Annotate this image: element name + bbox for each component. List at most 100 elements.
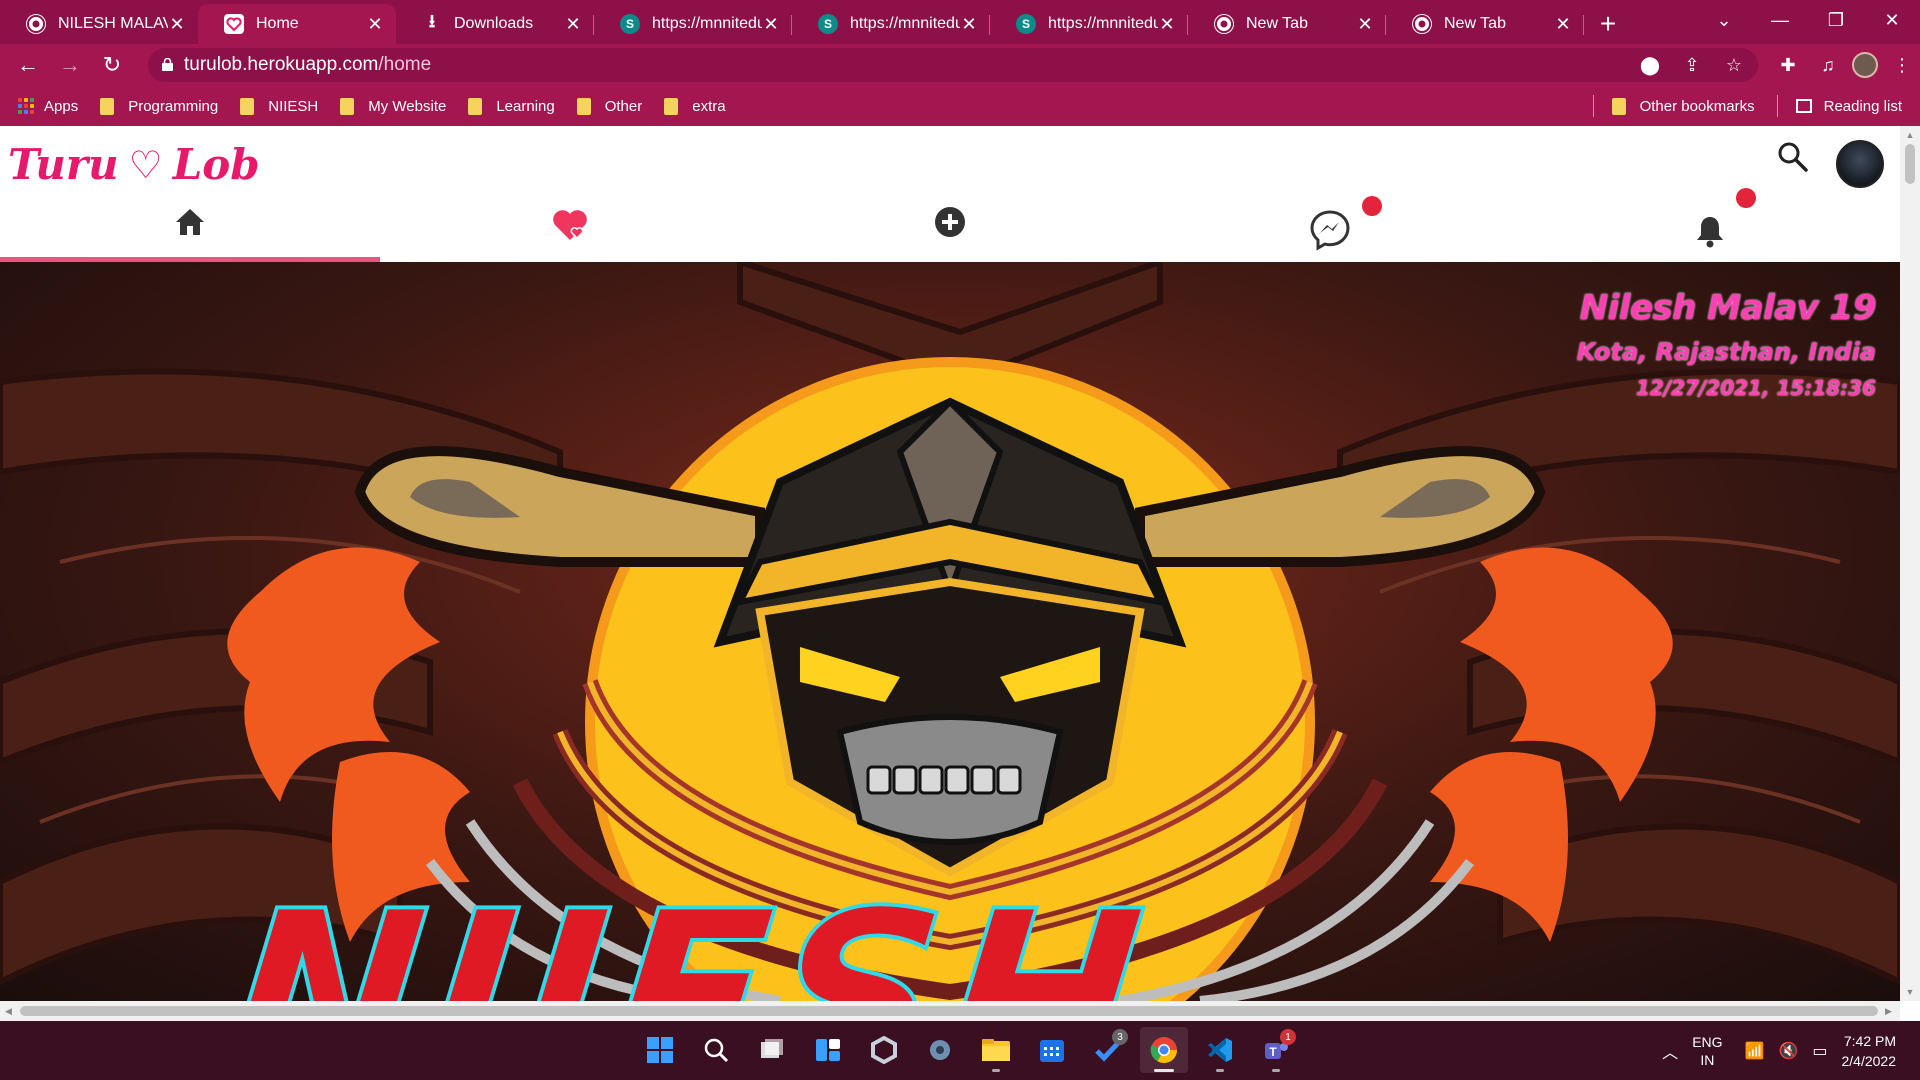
tab-sharepoint-2[interactable]: S https://mnnitedu ✕ — [792, 4, 990, 44]
taskbar-search[interactable] — [692, 1027, 740, 1073]
tab-title: https://mnnitedu — [1048, 15, 1158, 32]
close-icon[interactable]: ✕ — [1554, 14, 1572, 34]
url-host: turulob.herokuapp.com — [184, 54, 379, 75]
reload-button[interactable]: ↻ — [92, 45, 132, 85]
language-region: IN — [1700, 1051, 1715, 1068]
tab-home[interactable]: Home ✕ — [198, 4, 396, 44]
file-explorer-app[interactable] — [972, 1027, 1020, 1073]
profile-name: Nilesh Malav 19 — [1579, 288, 1877, 328]
folder-icon — [240, 97, 255, 115]
tab-downloads[interactable]: ⭳ Downloads ✕ — [396, 4, 594, 44]
tab-search-icon[interactable]: ⌄ — [1696, 0, 1752, 40]
reading-list-label: Reading list — [1823, 97, 1902, 115]
site-logo[interactable]: Turu ♡ Lob — [8, 140, 260, 189]
horizontal-scrollbar[interactable]: ◀ ▶ — [0, 1001, 1900, 1021]
start-button[interactable] — [636, 1027, 684, 1073]
folder-icon — [576, 97, 591, 115]
teams-app[interactable]: T 1 — [1252, 1027, 1300, 1073]
bookmark-label: Learning — [496, 97, 555, 115]
close-window-button[interactable]: ✕ — [1864, 0, 1920, 40]
tab-sharepoint-1[interactable]: S https://mnnitedu ✕ — [594, 4, 792, 44]
download-icon: ⭳ — [428, 11, 436, 31]
battery-icon[interactable]: ▭ — [1812, 1041, 1827, 1061]
location-icon[interactable]: ⬤ — [1638, 52, 1662, 78]
tab-new-tab-1[interactable]: New Tab ✕ — [1188, 4, 1386, 44]
tab-new-tab-2[interactable]: New Tab ✕ — [1386, 4, 1584, 44]
address-bar[interactable]: turulob.herokuapp.com/home ⬤ ⇪ ☆ — [148, 48, 1758, 82]
bookmark-folder-niiesh[interactable]: NIIESH — [240, 97, 319, 115]
window-controls: ⌄ — ❐ ✕ — [1696, 0, 1920, 40]
widgets-button[interactable] — [804, 1027, 852, 1073]
close-icon[interactable]: ✕ — [564, 14, 582, 34]
nav-tab-likes[interactable] — [380, 196, 760, 262]
back-button[interactable]: ← — [8, 45, 48, 85]
close-icon[interactable]: ✕ — [1356, 14, 1374, 34]
menu-icon[interactable]: ⋮ — [1886, 49, 1918, 81]
scroll-thumb[interactable] — [1905, 144, 1915, 184]
bookmark-folder-other[interactable]: Other — [576, 97, 642, 115]
scroll-thumb[interactable] — [20, 1006, 1878, 1016]
wifi-icon[interactable]: 📶 — [1745, 1041, 1765, 1061]
vertical-scrollbar[interactable]: ▲ ▼ — [1900, 126, 1920, 1001]
scroll-down-icon[interactable]: ▼ — [1905, 987, 1915, 997]
close-icon[interactable]: ✕ — [960, 14, 978, 34]
bookmark-label: My Website — [368, 97, 447, 115]
nav-tab-create[interactable] — [760, 196, 1140, 262]
bookmark-folder-learning[interactable]: Learning — [468, 97, 555, 115]
extensions-icon[interactable]: ✚ — [1772, 49, 1804, 81]
share-icon[interactable]: ⇪ — [1680, 52, 1704, 78]
close-icon[interactable]: ✕ — [168, 14, 186, 34]
bookmarks-bar: Apps Programming NIIESH My Website Learn… — [0, 86, 1920, 126]
profile-avatar[interactable] — [1852, 52, 1878, 78]
bookmark-folder-my-website[interactable]: My Website — [340, 97, 447, 115]
messenger-icon — [1310, 210, 1350, 251]
office-app[interactable] — [860, 1027, 908, 1073]
search-icon[interactable] — [1776, 140, 1810, 174]
home-icon — [176, 209, 204, 235]
bookmark-folder-programming[interactable]: Programming — [100, 97, 219, 115]
tab-nilesh-malav[interactable]: NILESH MALAV ✕ — [0, 4, 198, 44]
clock[interactable]: 7:42 PM 2/4/2022 — [1842, 1031, 1897, 1071]
star-icon[interactable]: ☆ — [1722, 52, 1746, 78]
chrome-icon — [1150, 1037, 1178, 1064]
bookmark-label: Apps — [44, 97, 79, 115]
user-avatar[interactable] — [1836, 140, 1884, 188]
minimize-button[interactable]: — — [1752, 0, 1808, 40]
calendar-app[interactable] — [1028, 1027, 1076, 1073]
bookmark-folder-extra[interactable]: extra — [664, 97, 726, 115]
chrome-app[interactable] — [1140, 1027, 1188, 1073]
settings-app[interactable] — [916, 1027, 964, 1073]
chevron-up-icon[interactable]: ︿ — [1662, 1039, 1678, 1063]
new-tab-button[interactable]: + — [1586, 4, 1630, 44]
bookmark-label: Programming — [128, 97, 219, 115]
reading-list-button[interactable]: Reading list — [1795, 97, 1902, 115]
language-code: ENG — [1692, 1033, 1723, 1050]
task-view-button[interactable] — [748, 1027, 796, 1073]
scroll-up-icon[interactable]: ▲ — [1905, 130, 1915, 140]
tab-sharepoint-3[interactable]: S https://mnnitedu ✕ — [990, 4, 1188, 44]
bookmark-apps[interactable]: Apps — [18, 98, 78, 115]
close-icon[interactable]: ✕ — [366, 14, 384, 34]
volume-muted-icon[interactable]: 🔇 — [1778, 1041, 1798, 1061]
restore-button[interactable]: ❐ — [1808, 0, 1864, 40]
scroll-left-icon[interactable]: ◀ — [5, 1006, 15, 1016]
task-view-icon — [761, 1039, 783, 1058]
bookmark-label: extra — [692, 97, 726, 115]
forward-button[interactable]: → — [50, 45, 90, 85]
teams-badge: 1 — [1280, 1029, 1296, 1045]
tab-title: https://mnnitedu — [652, 15, 762, 32]
scroll-right-icon[interactable]: ▶ — [1885, 1006, 1895, 1016]
profile-location: Kota, Rajasthan, India — [1576, 338, 1876, 366]
nav-tab-messages[interactable] — [1140, 196, 1520, 262]
language-indicator[interactable]: ENG IN — [1692, 1033, 1722, 1069]
bookmark-other-bookmarks[interactable]: Other bookmarks — [1611, 97, 1755, 115]
close-icon[interactable]: ✕ — [762, 14, 780, 34]
nav-tab-home[interactable] — [0, 196, 380, 262]
close-icon[interactable]: ✕ — [1158, 14, 1176, 34]
todo-app[interactable]: 3 — [1084, 1027, 1132, 1073]
vscode-app[interactable] — [1196, 1027, 1244, 1073]
media-control-icon[interactable]: ♫ — [1812, 49, 1844, 81]
bookmark-label: NIIESH — [268, 97, 319, 115]
nav-tab-notifications[interactable] — [1520, 188, 1900, 262]
plus-circle-icon — [935, 207, 965, 237]
